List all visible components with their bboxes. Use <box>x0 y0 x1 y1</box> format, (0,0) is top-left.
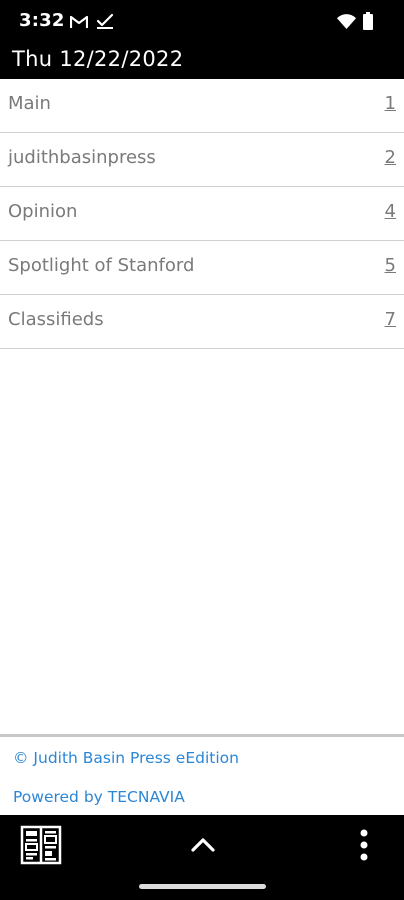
section-title: Opinion <box>8 201 78 222</box>
section-row-classifieds[interactable]: Classifieds 7 <box>0 295 404 349</box>
section-row-main[interactable]: Main 1 <box>0 79 404 133</box>
section-page-link[interactable]: 4 <box>385 201 396 222</box>
pages-grid-icon[interactable] <box>20 825 62 865</box>
section-title: Spotlight of Stanford <box>8 255 195 276</box>
checkmark-icon <box>96 13 114 29</box>
section-title: Main <box>8 93 51 114</box>
copyright-link[interactable]: © Judith Basin Press eEdition <box>13 749 239 767</box>
more-vert-icon[interactable] <box>350 827 378 863</box>
section-list: Main 1 judithbasinpress 2 Opinion 4 Spot… <box>0 79 404 349</box>
section-title: judithbasinpress <box>8 147 156 168</box>
section-title: Classifieds <box>8 309 104 330</box>
date-header: Thu 12/22/2022 <box>0 44 404 79</box>
status-bar: 3:32 <box>0 0 404 44</box>
section-page-link[interactable]: 5 <box>385 255 396 276</box>
section-row-judithbasinpress[interactable]: judithbasinpress 2 <box>0 133 404 187</box>
status-time: 3:32 <box>19 10 65 31</box>
wifi-icon <box>337 14 356 29</box>
footer: © Judith Basin Press eEdition Powered by… <box>0 734 404 815</box>
powered-by-link[interactable]: Powered by TECNAVIA <box>13 788 185 806</box>
gesture-nav-handle[interactable] <box>139 884 266 889</box>
section-page-link[interactable]: 7 <box>385 309 396 330</box>
issue-date: Thu 12/22/2022 <box>12 47 184 71</box>
section-page-link[interactable]: 1 <box>385 93 396 114</box>
section-row-spotlight-of-stanford[interactable]: Spotlight of Stanford 5 <box>0 241 404 295</box>
app-screen: 3:32 Thu 12/22/2022 Main 1 judithbasinpr… <box>0 0 404 900</box>
battery-icon <box>363 12 373 30</box>
section-page-link[interactable]: 2 <box>385 147 396 168</box>
bottom-toolbar <box>0 815 404 900</box>
gmail-icon <box>70 15 88 28</box>
chevron-up-icon[interactable] <box>186 829 220 859</box>
section-row-opinion[interactable]: Opinion 4 <box>0 187 404 241</box>
